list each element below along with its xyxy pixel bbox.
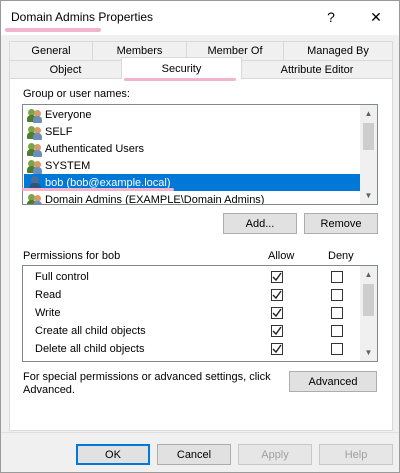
list-item[interactable]: Authenticated Users [24, 140, 360, 157]
deny-checkbox[interactable] [331, 343, 343, 355]
check-icon [272, 290, 282, 300]
scroll-down-icon[interactable]: ▼ [360, 344, 377, 361]
permissions-list[interactable]: Full control Read Write Create all child… [22, 265, 378, 362]
allow-checkbox[interactable] [271, 307, 283, 319]
check-icon [272, 272, 282, 282]
permission-name: Read [35, 289, 62, 301]
check-icon [272, 308, 282, 318]
ok-button[interactable]: OK [76, 444, 150, 465]
close-button[interactable]: ✕ [354, 1, 398, 33]
footer-divider [1, 432, 399, 433]
tab-attribute-editor[interactable]: Attribute Editor [241, 60, 393, 79]
tab-general[interactable]: General [9, 41, 93, 60]
permission-row: Full control [23, 268, 361, 286]
list-item[interactable]: SELF [24, 123, 360, 140]
apply-button[interactable]: Apply [238, 444, 312, 465]
group-icon [27, 107, 43, 123]
deny-checkbox[interactable] [331, 325, 343, 337]
deny-checkbox[interactable] [331, 307, 343, 319]
allow-checkbox[interactable] [271, 325, 283, 337]
help-icon: ? [327, 9, 335, 25]
check-icon [272, 344, 282, 354]
allow-header: Allow [268, 250, 295, 262]
permission-row: Write [23, 304, 361, 322]
user-name: Domain Admins (EXAMPLE\Domain Admins) [45, 193, 265, 205]
scroll-down-icon[interactable]: ▼ [360, 187, 377, 204]
user-name: Authenticated Users [45, 142, 145, 155]
permission-name: Delete all child objects [35, 343, 145, 355]
list-item[interactable]: Everyone [24, 106, 360, 123]
user-name: Everyone [45, 108, 92, 121]
add-button[interactable]: Add... [223, 213, 297, 234]
permission-row: Read [23, 286, 361, 304]
title-bar: Domain Admins Properties ? ✕ [1, 1, 399, 35]
list-item[interactable]: Domain Admins (EXAMPLE\Domain Admins) [24, 191, 360, 205]
permissions-scrollbar[interactable]: ▲ ▼ [360, 266, 377, 361]
properties-dialog: Domain Admins Properties ? ✕ General Mem… [0, 0, 400, 473]
cancel-button[interactable]: Cancel [157, 444, 231, 465]
permission-row: Create all child objects [23, 322, 361, 340]
close-icon: ✕ [370, 8, 382, 25]
group-icon [27, 124, 43, 140]
tab-managed-by[interactable]: Managed By [283, 41, 393, 60]
advanced-hint-line2: Advanced. [23, 384, 75, 396]
user-name: SYSTEM [45, 159, 91, 172]
window-title: Domain Admins Properties [11, 10, 154, 24]
help-button[interactable]: Help [319, 444, 393, 465]
deny-checkbox[interactable] [331, 271, 343, 283]
permission-name: Full control [35, 271, 89, 283]
permissions-label: Permissions for bob [23, 250, 121, 262]
scrollbar-thumb[interactable] [363, 123, 374, 150]
users-label: Group or user names: [23, 88, 130, 100]
user-list-scrollbar[interactable]: ▲ ▼ [360, 105, 377, 204]
user-name: SELF [45, 125, 73, 138]
group-icon [27, 158, 43, 174]
deny-header: Deny [328, 250, 354, 262]
permission-name: Write [35, 307, 61, 319]
tab-highlight-marker [124, 78, 236, 81]
title-highlight-marker [5, 28, 101, 32]
permission-name: Create all child objects [35, 325, 146, 337]
help-title-button[interactable]: ? [309, 1, 353, 33]
group-icon [27, 141, 43, 157]
list-item[interactable]: SYSTEM [24, 157, 360, 174]
advanced-hint-line1: For special permissions or advanced sett… [23, 371, 271, 383]
allow-checkbox[interactable] [271, 343, 283, 355]
user-name: bob (bob@example.local) [45, 176, 171, 189]
remove-button[interactable]: Remove [304, 213, 378, 234]
allow-checkbox[interactable] [271, 289, 283, 301]
group-icon [27, 192, 43, 204]
scroll-up-icon[interactable]: ▲ [360, 266, 377, 283]
allow-checkbox[interactable] [271, 271, 283, 283]
scrollbar-thumb[interactable] [363, 284, 374, 316]
tab-object[interactable]: Object [9, 60, 122, 79]
tab-security[interactable]: Security [121, 57, 242, 79]
scroll-up-icon[interactable]: ▲ [360, 105, 377, 122]
deny-checkbox[interactable] [331, 289, 343, 301]
permission-row: Delete all child objects [23, 340, 361, 358]
advanced-button[interactable]: Advanced [289, 371, 377, 392]
selection-highlight-marker [22, 188, 174, 191]
check-icon [272, 326, 282, 336]
